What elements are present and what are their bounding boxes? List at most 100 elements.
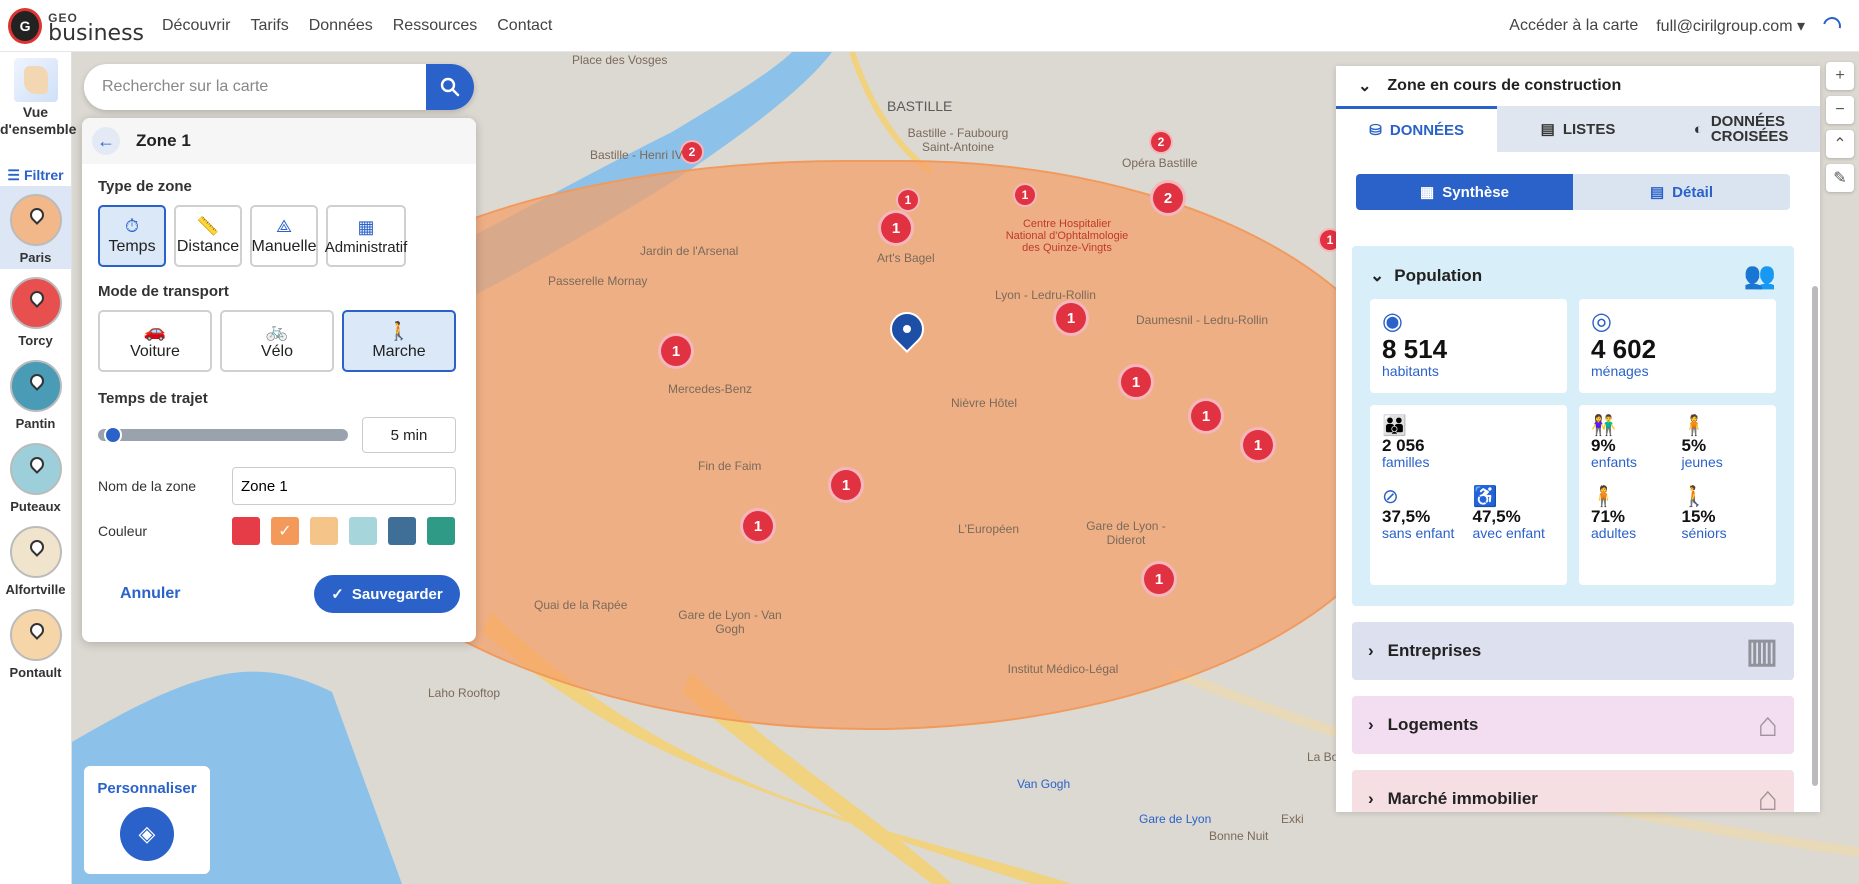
section-header: › Entreprises <box>1368 641 1481 661</box>
tab-detail[interactable]: ▤ Détail <box>1573 174 1790 210</box>
section-header: › Marché immobilier <box>1368 789 1538 809</box>
data-panel-header[interactable]: ⌄ Zone en cours de construction <box>1336 66 1820 106</box>
travel-time-value[interactable]: 5 min <box>362 417 456 453</box>
map-label: Lyon - Ledru-Rollin <box>995 288 1096 302</box>
map-label: Van Gogh <box>1017 777 1071 791</box>
sidebar-zone-torcy[interactable]: Torcy <box>0 269 71 352</box>
zone-type-temps[interactable]: ⏱ Temps <box>98 205 166 267</box>
color-swatch[interactable]: ✓ <box>271 517 299 545</box>
sidebar-zone-label: Paris <box>19 250 52 265</box>
customize-button[interactable]: ◈ <box>120 807 174 861</box>
map-cluster-marker[interactable]: 2 <box>1149 130 1173 154</box>
map-cluster-marker[interactable]: 1 <box>658 333 694 369</box>
population-card: ⌄ Population 👥 ◉ 8 514 habitants ◎ 4 602… <box>1352 246 1794 606</box>
nav-link-decouvrir[interactable]: Découvrir <box>162 17 230 35</box>
map-cluster-marker[interactable]: 1 <box>1188 398 1224 434</box>
sidebar-zone-pontault[interactable]: Pontault <box>0 601 71 684</box>
section-entreprises[interactable]: › Entreprises ▥ <box>1352 622 1794 680</box>
velo-icon: 🚲 <box>265 321 289 341</box>
transport-voiture[interactable]: 🚗 Voiture <box>98 310 212 372</box>
nav-link-contact[interactable]: Contact <box>497 17 552 35</box>
data-panel-scrollbar[interactable] <box>1812 286 1818 786</box>
map-cluster-marker[interactable]: 1 <box>1240 427 1276 463</box>
sidebar-zone-pantin[interactable]: Pantin <box>0 352 71 435</box>
section-logements[interactable]: › Logements ⌂ <box>1352 696 1794 754</box>
nav-link-tarifs[interactable]: Tarifs <box>250 17 288 35</box>
zone-name-input[interactable] <box>232 467 456 505</box>
zone-type-administratif[interactable]: ▦ Administratif <box>325 205 407 267</box>
map-pin-icon <box>26 288 47 308</box>
save-button[interactable]: ✓ Sauvegarder <box>314 575 460 613</box>
zoom-out-button[interactable]: − <box>1826 96 1854 124</box>
color-swatch[interactable] <box>388 517 416 545</box>
dark-mode-icon[interactable] <box>1819 13 1845 38</box>
map-cluster-marker[interactable]: 1 <box>1053 300 1089 336</box>
list-icon: ▤ <box>1540 120 1555 138</box>
map-cluster-marker[interactable]: 1 <box>896 188 920 212</box>
map-cluster-marker[interactable]: 2 <box>1150 180 1186 216</box>
map-cluster-marker[interactable]: 2 <box>680 140 704 164</box>
cancel-button[interactable]: Annuler <box>120 585 180 603</box>
population-toggle[interactable]: ⌄ Population <box>1370 266 1482 286</box>
map-access-link[interactable]: Accéder à la carte <box>1509 17 1638 35</box>
map-cluster-marker[interactable]: 1 <box>878 210 914 246</box>
overview-button[interactable]: Vue d'ensemble <box>0 52 76 138</box>
zone-type-label: Manuelle <box>251 238 317 255</box>
nav-link-donnees[interactable]: Données <box>309 17 373 35</box>
section-title: Logements <box>1387 715 1479 734</box>
real-estate-icon: ⌂ <box>1757 779 1778 813</box>
map-cluster-marker[interactable]: 1 <box>740 508 776 544</box>
travel-time-slider[interactable] <box>98 426 348 444</box>
check-icon: ✓ <box>331 586 344 603</box>
section-marche-immobilier[interactable]: › Marché immobilier ⌂ <box>1352 770 1794 812</box>
sidebar-zone-puteaux[interactable]: Puteaux <box>0 435 71 518</box>
tab-synthese[interactable]: ▦ Synthèse <box>1356 174 1573 210</box>
search-input[interactable] <box>84 78 426 96</box>
logo-mark: G <box>8 7 43 44</box>
zone-type-label: Temps <box>108 238 156 255</box>
tab-donnees[interactable]: ⛁ DONNÉES <box>1336 106 1498 152</box>
tab-donnees-croisees[interactable]: ◐ DONNÉES CROISÉES <box>1658 106 1820 152</box>
sidebar-zone-alfortville[interactable]: Alfortville <box>0 518 71 601</box>
back-button[interactable]: ← <box>92 127 120 155</box>
draw-button[interactable]: ✎ <box>1826 164 1854 192</box>
compass-button[interactable]: ⌃ <box>1826 130 1854 158</box>
transport-label: Voiture <box>130 343 180 360</box>
population-title: Population <box>1394 265 1483 285</box>
transport-marche[interactable]: 🚶 Marche <box>342 310 456 372</box>
map-cluster-marker[interactable]: 1 <box>828 467 864 503</box>
temps-icon: ⏱ <box>124 216 140 236</box>
map-cluster-marker[interactable]: 1 <box>1013 183 1037 207</box>
filter-button[interactable]: ☰ Filtrer <box>0 164 71 186</box>
zone-type-distance[interactable]: 📏 Distance <box>174 205 242 267</box>
zone-panel-title: Zone 1 <box>136 131 191 150</box>
zone-thumbnail <box>9 443 62 495</box>
map-label: Daumesnil - Ledru-Rollin <box>1136 313 1269 327</box>
map-label: Centre Hospitalier National d'Ophtalmolo… <box>1005 218 1129 254</box>
logo[interactable]: G GEO business <box>8 7 144 44</box>
map-pin-icon <box>26 371 47 391</box>
color-swatch[interactable] <box>232 517 260 545</box>
color-swatch[interactable] <box>310 517 338 545</box>
color-swatch[interactable] <box>427 517 455 545</box>
zone-type-manuelle[interactable]: ⟁ Manuelle <box>250 205 318 267</box>
tab-listes[interactable]: ▤ LISTES <box>1497 106 1659 152</box>
slider-handle[interactable] <box>104 426 122 444</box>
transport-velo[interactable]: 🚲 Vélo <box>220 310 334 372</box>
map-label: Place des Vosges <box>572 53 668 67</box>
marche-icon: 🚶 <box>387 321 411 341</box>
user-menu[interactable]: full@cirilgroup.com ▾ <box>1656 16 1805 36</box>
map-pin-icon <box>26 537 47 557</box>
map-label: Bastille - Henri IV <box>590 148 683 162</box>
zone-name-label: Nom de la zone <box>98 478 197 494</box>
search-button[interactable] <box>426 64 474 110</box>
nav-link-ressources[interactable]: Ressources <box>393 17 477 35</box>
section-title: Marché immobilier <box>1387 789 1538 808</box>
zoom-in-button[interactable]: + <box>1826 62 1854 90</box>
map-cluster-marker[interactable]: 1 <box>1118 364 1154 400</box>
map-cluster-marker[interactable]: 1 <box>1141 561 1177 597</box>
minus-icon: − <box>1835 101 1845 118</box>
color-swatch[interactable] <box>349 517 377 545</box>
sidebar-zone-paris[interactable]: Paris <box>0 186 71 269</box>
customize-widget: Personnaliser ◈ <box>84 766 210 874</box>
